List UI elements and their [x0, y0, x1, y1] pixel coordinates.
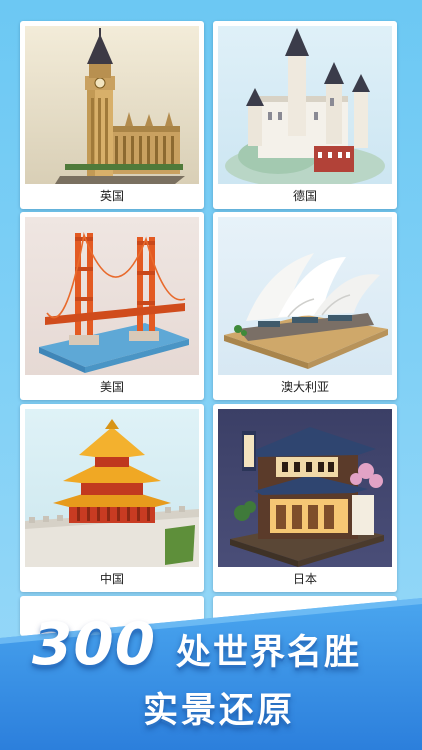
opera-house-illustration [218, 217, 392, 375]
golden-gate-illustration [25, 217, 199, 375]
landmark-card-uk[interactable]: 英国 [20, 21, 204, 209]
card-label-china: 中国 [99, 572, 124, 586]
landmark-card-china[interactable]: 中国 [20, 404, 204, 592]
card-label-japan: 日本 [292, 572, 317, 586]
landmark-card-germany[interactable]: 德国 [213, 21, 397, 209]
card-label-uk: 英国 [99, 189, 124, 203]
castle-illustration [218, 26, 392, 184]
landmark-card-japan[interactable]: 日本 [213, 404, 397, 592]
card-label-germany: 德国 [292, 189, 317, 203]
forbidden-city-illustration [25, 409, 199, 567]
japanese-shop-illustration [218, 409, 392, 567]
landmark-count: 300 [32, 610, 157, 678]
card-label-australia: 澳大利亚 [280, 380, 329, 394]
card-label-usa: 美国 [99, 380, 124, 394]
promo-headline: 处世界名胜 [176, 633, 362, 673]
landmark-card-usa[interactable]: 美国 [20, 212, 204, 400]
promo-subheadline: 实景还原 [143, 691, 296, 731]
big-ben-illustration [25, 26, 199, 184]
landmark-card-australia[interactable]: 澳大利亚 [213, 212, 397, 400]
